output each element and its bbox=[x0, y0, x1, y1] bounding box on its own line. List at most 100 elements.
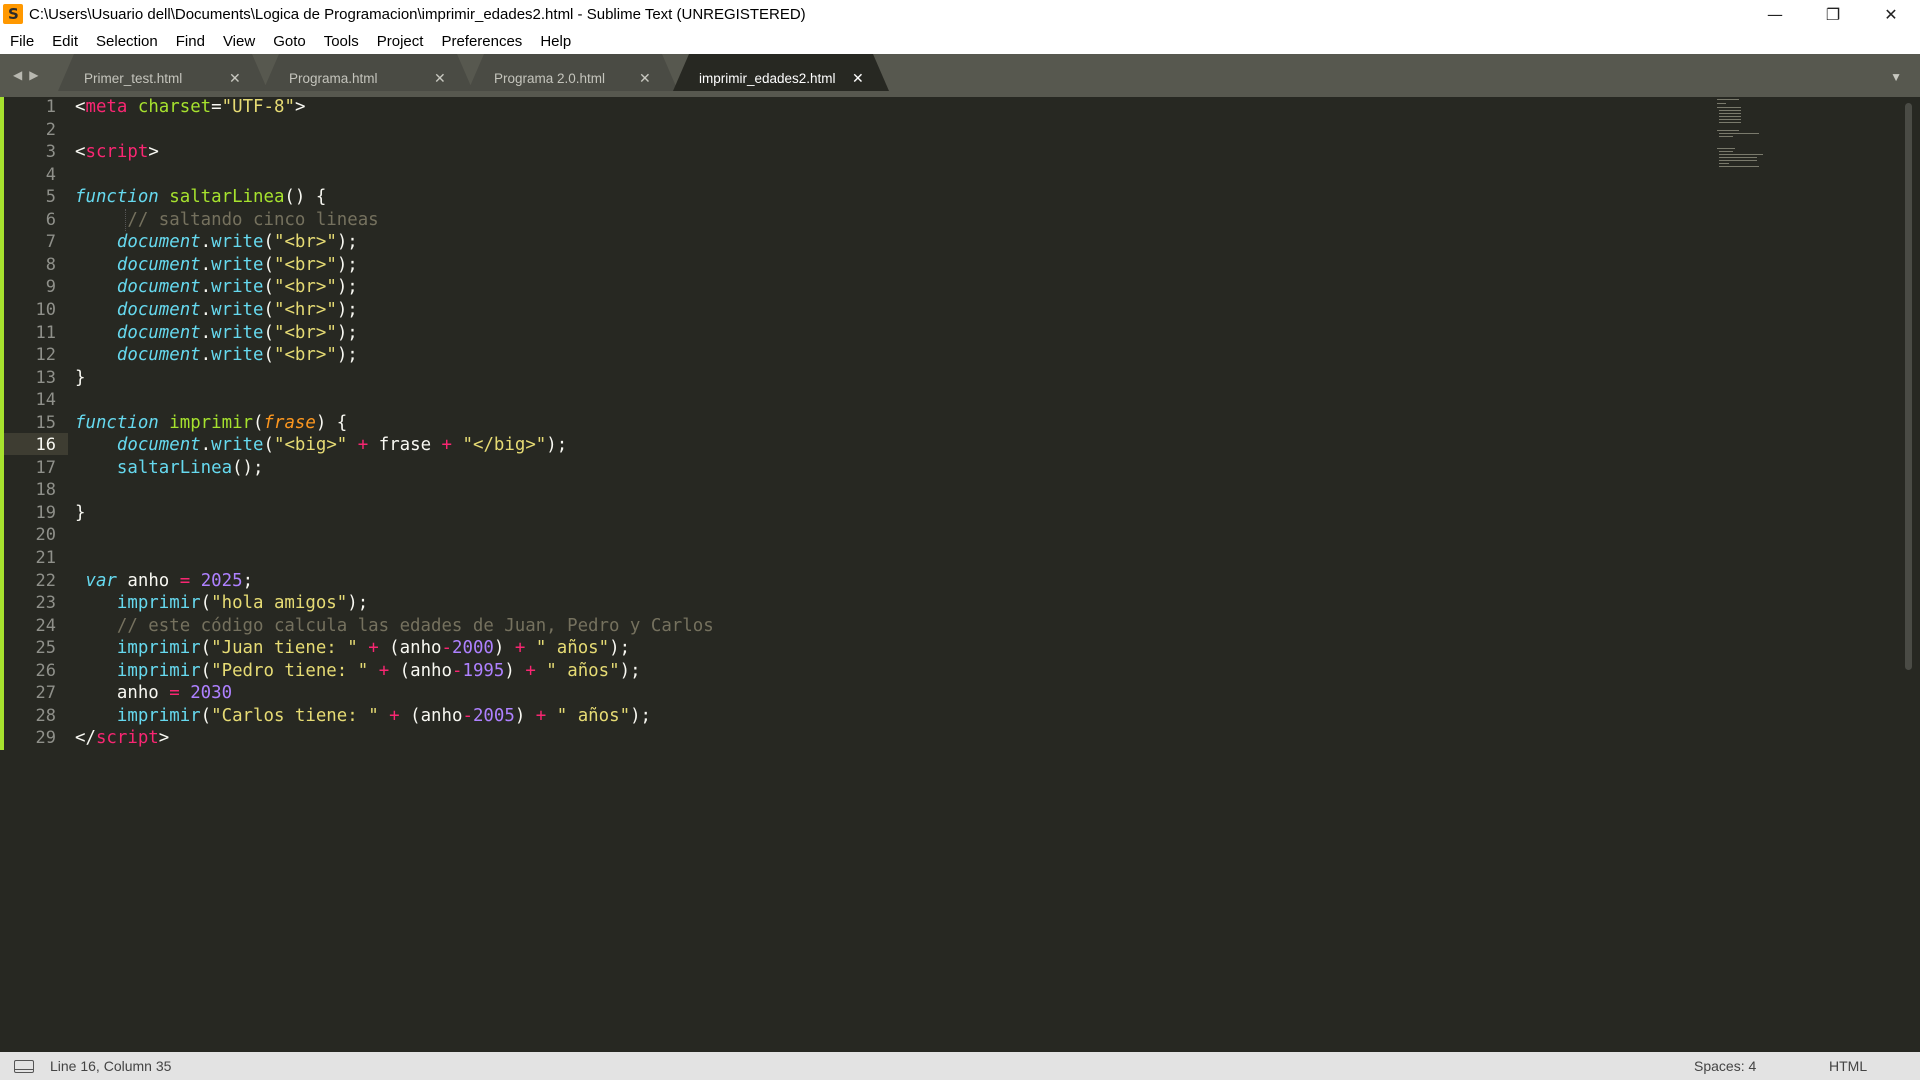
code-token: } bbox=[75, 502, 86, 523]
code-token: () { bbox=[284, 187, 327, 208]
line-number: 5 bbox=[45, 187, 56, 208]
code-token: "hola amigos" bbox=[211, 593, 348, 614]
code-line[interactable]: imprimir("Carlos tiene: " + (anho-2005) … bbox=[75, 706, 651, 726]
menu-preferences[interactable]: Preferences bbox=[432, 33, 531, 50]
code-line[interactable]: } bbox=[75, 368, 85, 388]
code-line[interactable]: document.write("<br>"); bbox=[75, 323, 358, 343]
close-icon[interactable]: ✕ bbox=[852, 71, 864, 87]
code-line[interactable]: // este código calcula las edades de Jua… bbox=[75, 616, 714, 636]
code-line[interactable]: </script> bbox=[75, 728, 169, 748]
minimize-button[interactable]: — bbox=[1746, 0, 1804, 28]
code-token: (anho bbox=[389, 660, 452, 681]
code-token: = bbox=[211, 97, 222, 117]
line-number: 6 bbox=[45, 209, 56, 230]
syntax-selector[interactable]: HTML bbox=[1829, 1058, 1867, 1074]
code-token: ( bbox=[200, 705, 212, 726]
code-line[interactable]: function saltarLinea() { bbox=[75, 187, 326, 207]
menu-selection[interactable]: Selection bbox=[87, 33, 167, 50]
code-line[interactable]: document.write("<br>"); bbox=[75, 232, 358, 252]
code-token: ( bbox=[263, 435, 274, 456]
code-token: < bbox=[75, 97, 86, 117]
code-token: ( bbox=[200, 593, 212, 614]
close-icon[interactable]: ✕ bbox=[229, 71, 241, 87]
code-token: document bbox=[116, 232, 201, 253]
tab-primer-test[interactable]: Primer_test.html ✕ bbox=[84, 60, 254, 97]
menu-edit[interactable]: Edit bbox=[43, 33, 87, 50]
code-token: } bbox=[75, 367, 86, 388]
code-token: frase bbox=[263, 412, 316, 433]
title-bar: C:\Users\Usuario dell\Documents\Logica d… bbox=[0, 0, 1920, 28]
close-icon[interactable]: ✕ bbox=[434, 71, 446, 87]
menu-help[interactable]: Help bbox=[531, 33, 580, 50]
tab-nav-arrows: ◀ ▶ bbox=[13, 68, 38, 82]
code-line[interactable]: anho = 2030 bbox=[75, 683, 232, 703]
code-token: var bbox=[85, 570, 117, 591]
code-line[interactable]: <script> bbox=[75, 142, 159, 162]
arrow-right-icon[interactable]: ▶ bbox=[29, 68, 38, 82]
tab-label: imprimir_edades2.html bbox=[699, 71, 836, 86]
close-button[interactable]: ✕ bbox=[1862, 0, 1920, 28]
tab-imprimir-edades2[interactable]: imprimir_edades2.html ✕ bbox=[699, 60, 879, 97]
code-token: saltarLinea bbox=[169, 187, 285, 208]
code-line[interactable]: function imprimir(frase) { bbox=[75, 413, 347, 433]
code-line[interactable]: document.write("<big>" + frase + "</big>… bbox=[75, 435, 567, 455]
menu-view[interactable]: View bbox=[214, 33, 264, 50]
menu-file[interactable]: File bbox=[0, 33, 43, 50]
code-token: ( bbox=[200, 660, 212, 681]
code-token: imprimir bbox=[116, 593, 201, 614]
code-line[interactable]: // saltando cinco lineas bbox=[75, 210, 378, 230]
line-number: 26 bbox=[35, 660, 56, 681]
code-line[interactable]: document.write("<hr>"); bbox=[75, 300, 358, 320]
panel-toggle-icon[interactable] bbox=[14, 1060, 34, 1073]
code-line[interactable]: imprimir("Pedro tiene: " + (anho-1995) +… bbox=[75, 661, 641, 681]
code-line[interactable]: document.write("<br>"); bbox=[75, 255, 358, 275]
code-line[interactable]: document.write("<br>"); bbox=[75, 345, 358, 365]
code-line[interactable]: <meta charset="UTF-8"> bbox=[75, 97, 305, 117]
cursor-position[interactable]: Line 16, Column 35 bbox=[50, 1058, 171, 1074]
code-token: + bbox=[441, 435, 453, 456]
line-number: 18 bbox=[35, 480, 56, 501]
line-number: 13 bbox=[35, 367, 56, 388]
line-number: 4 bbox=[45, 164, 56, 185]
code-token: + bbox=[389, 705, 400, 726]
line-number: 15 bbox=[35, 412, 56, 433]
code-token: ) { bbox=[315, 412, 348, 433]
code-editor[interactable]: 1 2 3 4 5 6 7 8 9 10 11 12 13 14 15 16 17 18 19 20 21 22 23 24 2… bbox=[0, 97, 1920, 1052]
code-line[interactable]: } bbox=[75, 503, 85, 523]
tab-list-dropdown-icon[interactable]: ▼ bbox=[1890, 70, 1902, 84]
vertical-scrollbar[interactable] bbox=[1905, 103, 1912, 670]
close-icon[interactable]: ✕ bbox=[639, 71, 651, 87]
menu-find[interactable]: Find bbox=[167, 33, 214, 50]
code-token: function bbox=[75, 412, 159, 433]
indentation-setting[interactable]: Spaces: 4 bbox=[1694, 1058, 1756, 1074]
code-token: ); bbox=[609, 638, 631, 659]
code-line[interactable]: imprimir("hola amigos"); bbox=[75, 593, 368, 613]
code-token: (); bbox=[232, 457, 264, 478]
code-line[interactable]: saltarLinea(); bbox=[75, 457, 264, 478]
menu-goto[interactable]: Goto bbox=[264, 33, 315, 50]
code-token: imprimir bbox=[169, 412, 254, 433]
tab-programa[interactable]: Programa.html ✕ bbox=[289, 60, 459, 97]
code-line[interactable]: document.write("<br>"); bbox=[75, 277, 358, 297]
code-token: document bbox=[116, 435, 201, 456]
code-token: ); bbox=[336, 299, 358, 320]
tab-programa-2[interactable]: Programa 2.0.html ✕ bbox=[494, 60, 664, 97]
code-token: write bbox=[211, 277, 264, 298]
code-line[interactable]: imprimir("Juan tiene: " + (anho-2000) + … bbox=[75, 638, 630, 658]
menu-project[interactable]: Project bbox=[368, 33, 433, 50]
indent-guide bbox=[125, 209, 127, 231]
arrow-left-icon[interactable]: ◀ bbox=[13, 68, 22, 82]
code-token: + bbox=[535, 705, 547, 726]
code-line[interactable]: var anho = 2025; bbox=[75, 571, 253, 591]
menu-tools[interactable]: Tools bbox=[315, 33, 368, 50]
restore-button[interactable]: ❐ bbox=[1804, 0, 1862, 28]
code-token: - bbox=[462, 705, 473, 726]
minimap[interactable] bbox=[1715, 97, 1815, 177]
